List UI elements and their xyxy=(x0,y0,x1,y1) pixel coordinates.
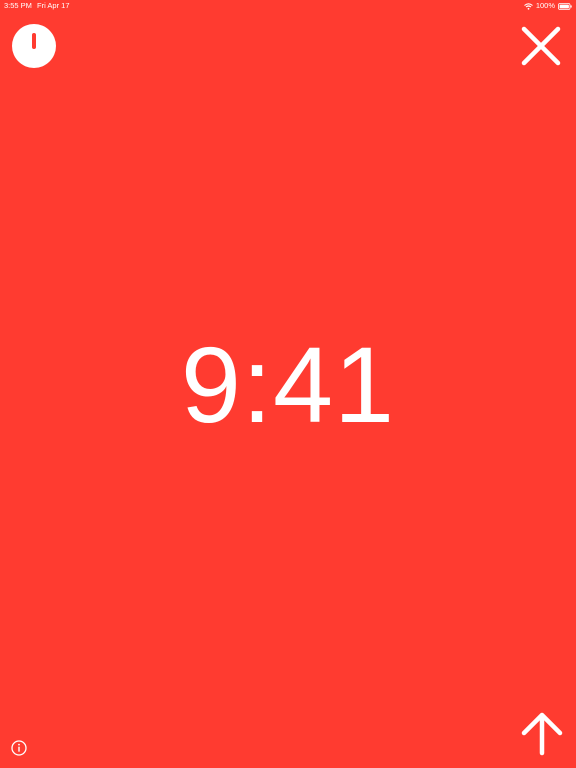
timer-icon xyxy=(12,24,56,72)
close-button[interactable] xyxy=(519,24,563,68)
info-button[interactable] xyxy=(10,739,28,757)
scroll-up-button[interactable] xyxy=(519,711,565,757)
status-indicators: 100% xyxy=(523,0,572,12)
timer-button[interactable] xyxy=(12,24,56,68)
battery-icon xyxy=(558,2,572,10)
status-date: Fri Apr 17 xyxy=(37,1,70,10)
clock-display: 9:41 xyxy=(180,324,396,445)
battery-percentage: 100% xyxy=(535,1,555,10)
wifi-icon xyxy=(523,2,533,10)
status-bar: 3:55 PM Fri Apr 17 100% xyxy=(0,0,576,12)
info-icon xyxy=(10,740,28,761)
close-icon xyxy=(519,26,563,72)
arrow-up-icon xyxy=(519,712,565,761)
status-time: 3:55 PM xyxy=(4,1,32,10)
